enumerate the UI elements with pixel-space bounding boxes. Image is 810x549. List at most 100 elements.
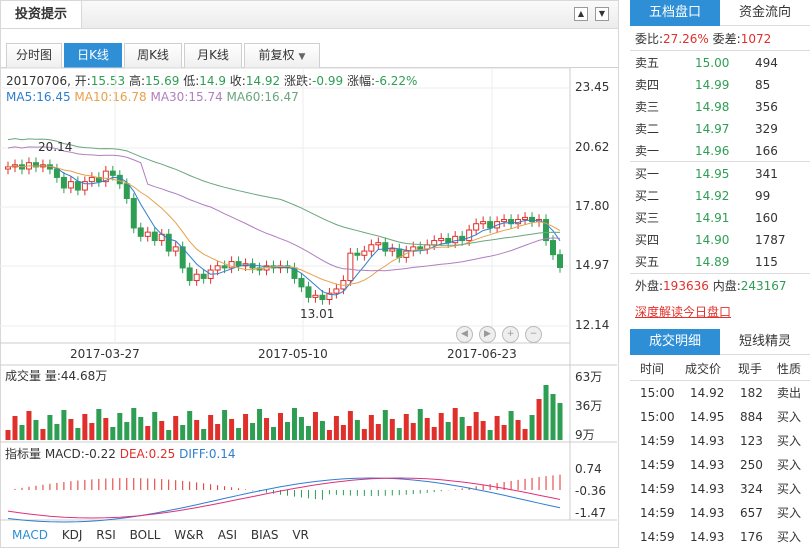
trade-price: 14.93 (690, 458, 725, 472)
trade-volume: 657 (740, 506, 763, 520)
candle-body (74, 181, 81, 191)
deep-analysis-link[interactable]: 深度解读今日盘口 (635, 303, 731, 320)
trade-row: 15:00 14.92 182 卖出 (630, 381, 810, 405)
indicator-asi[interactable]: ASI (218, 528, 237, 542)
candle-body (368, 244, 375, 252)
inner-outer-row: 外盘:193636 内盘:243167 (635, 277, 787, 294)
volume-bar (410, 423, 416, 440)
candle-body (193, 273, 200, 282)
trade-row: 14:59 14.93 123 买入 (630, 429, 810, 453)
level-name: 买三 (635, 211, 660, 225)
level-volume: 341 (755, 167, 778, 181)
candle-body (123, 183, 130, 199)
weibi-label: 委比: (635, 32, 664, 46)
order-book-panel: 五档盘口 资金流向 委比:27.26% 委差:1072 卖五 15.00 494… (630, 0, 810, 548)
indicator-rsi[interactable]: RSI (96, 528, 116, 542)
candle-body (235, 261, 242, 267)
price-tick-2: 20.62 (575, 140, 610, 154)
volume-bar (333, 416, 339, 440)
trade-row: 14:59 14.93 657 买入 (630, 501, 810, 525)
zoom-in-icon[interactable]: + (502, 326, 519, 343)
volume-bar (250, 423, 256, 440)
scroll-left-icon[interactable]: ◀ (456, 326, 473, 343)
volume-bar (522, 429, 528, 440)
level-volume: 1787 (755, 233, 786, 247)
trade-price: 14.93 (690, 506, 725, 520)
candle-body (319, 294, 326, 300)
volume-bar (298, 417, 304, 440)
trade-type: 买入 (777, 530, 802, 544)
trade-time: 14:59 (640, 482, 675, 496)
tab-fund-flow[interactable]: 资金流向 (720, 0, 810, 26)
inner-value: 243167 (740, 279, 787, 293)
low-annotation: 13.01 (300, 307, 335, 321)
level-name: 卖四 (635, 78, 660, 92)
tab-short-term[interactable]: 短线精灵 (720, 329, 810, 355)
volume-tick-1: 63万 (575, 370, 603, 384)
indicator-macd[interactable]: MACD (12, 528, 48, 542)
candle-body (151, 231, 158, 242)
buy-level-row: 买四 14.90 1787 (630, 229, 805, 251)
indicator-boll[interactable]: BOLL (130, 528, 161, 542)
sell-level-row: 卖二 14.97 329 (630, 118, 805, 140)
volume-bar (96, 409, 102, 440)
volume-bar (347, 411, 353, 440)
level-volume: 160 (755, 211, 778, 225)
level-price: 14.96 (695, 144, 730, 158)
candle-body (529, 216, 536, 223)
level-name: 卖三 (635, 100, 660, 114)
macd-value: 指标量 MACD:-0.22 (5, 447, 116, 461)
candle-body (522, 216, 529, 221)
indicator-wr[interactable]: W&R (174, 528, 204, 542)
volume-bar (236, 428, 242, 440)
indicator-kdj[interactable]: KDJ (62, 528, 83, 542)
volume-bar (89, 423, 95, 440)
trade-time: 14:59 (640, 434, 675, 448)
volume-bar (68, 419, 74, 440)
candle-body (480, 221, 487, 225)
indicator-bias[interactable]: BIAS (251, 528, 279, 542)
candle-body (60, 176, 67, 189)
volume-bar (159, 421, 165, 440)
level-name: 卖二 (635, 122, 660, 136)
candle-body (312, 294, 319, 298)
volume-bar (508, 411, 514, 440)
level-volume: 356 (755, 100, 778, 114)
volume-bar (284, 422, 290, 440)
tab-trade-details[interactable]: 成交明细 (630, 329, 720, 355)
zoom-out-icon[interactable]: − (525, 326, 542, 343)
scroll-right-icon[interactable]: ▶ (479, 326, 496, 343)
high-annotation: 20.14 (38, 140, 73, 154)
candle-body (53, 168, 60, 178)
indicator-vr[interactable]: VR (292, 528, 309, 542)
volume-bar (40, 429, 46, 440)
volume-bar (417, 409, 423, 440)
volume-bar (131, 408, 137, 440)
trade-volume: 182 (740, 386, 763, 400)
volume-bar (312, 412, 318, 440)
volume-bar (194, 420, 200, 440)
ma30-line (7, 146, 561, 272)
weicha-label: 委差: (712, 32, 741, 46)
level-price: 14.90 (695, 233, 730, 247)
volume-bar (403, 414, 409, 440)
macd-tick-2: -0.36 (575, 484, 607, 498)
volume-bar (543, 385, 549, 440)
volume-bar (173, 416, 179, 440)
volume-bar (166, 430, 172, 440)
trade-volume: 250 (740, 458, 763, 472)
level-price: 14.99 (695, 78, 730, 92)
tab-five-level[interactable]: 五档盘口 (630, 0, 720, 26)
volume-bar (257, 409, 263, 440)
volume-bar (215, 424, 221, 440)
candle-body (130, 197, 137, 229)
volume-bar (33, 420, 39, 440)
trade-time: 15:00 (640, 410, 675, 424)
volume-bar (152, 412, 158, 440)
price-tick-1: 23.45 (575, 80, 610, 94)
buy-level-row: 买三 14.91 160 (630, 207, 805, 229)
trade-time: 14:59 (640, 530, 675, 544)
volume-bar (361, 429, 367, 440)
trade-row: 14:59 14.93 250 买入 (630, 453, 810, 477)
diff-value: DIFF:0.14 (179, 447, 236, 461)
